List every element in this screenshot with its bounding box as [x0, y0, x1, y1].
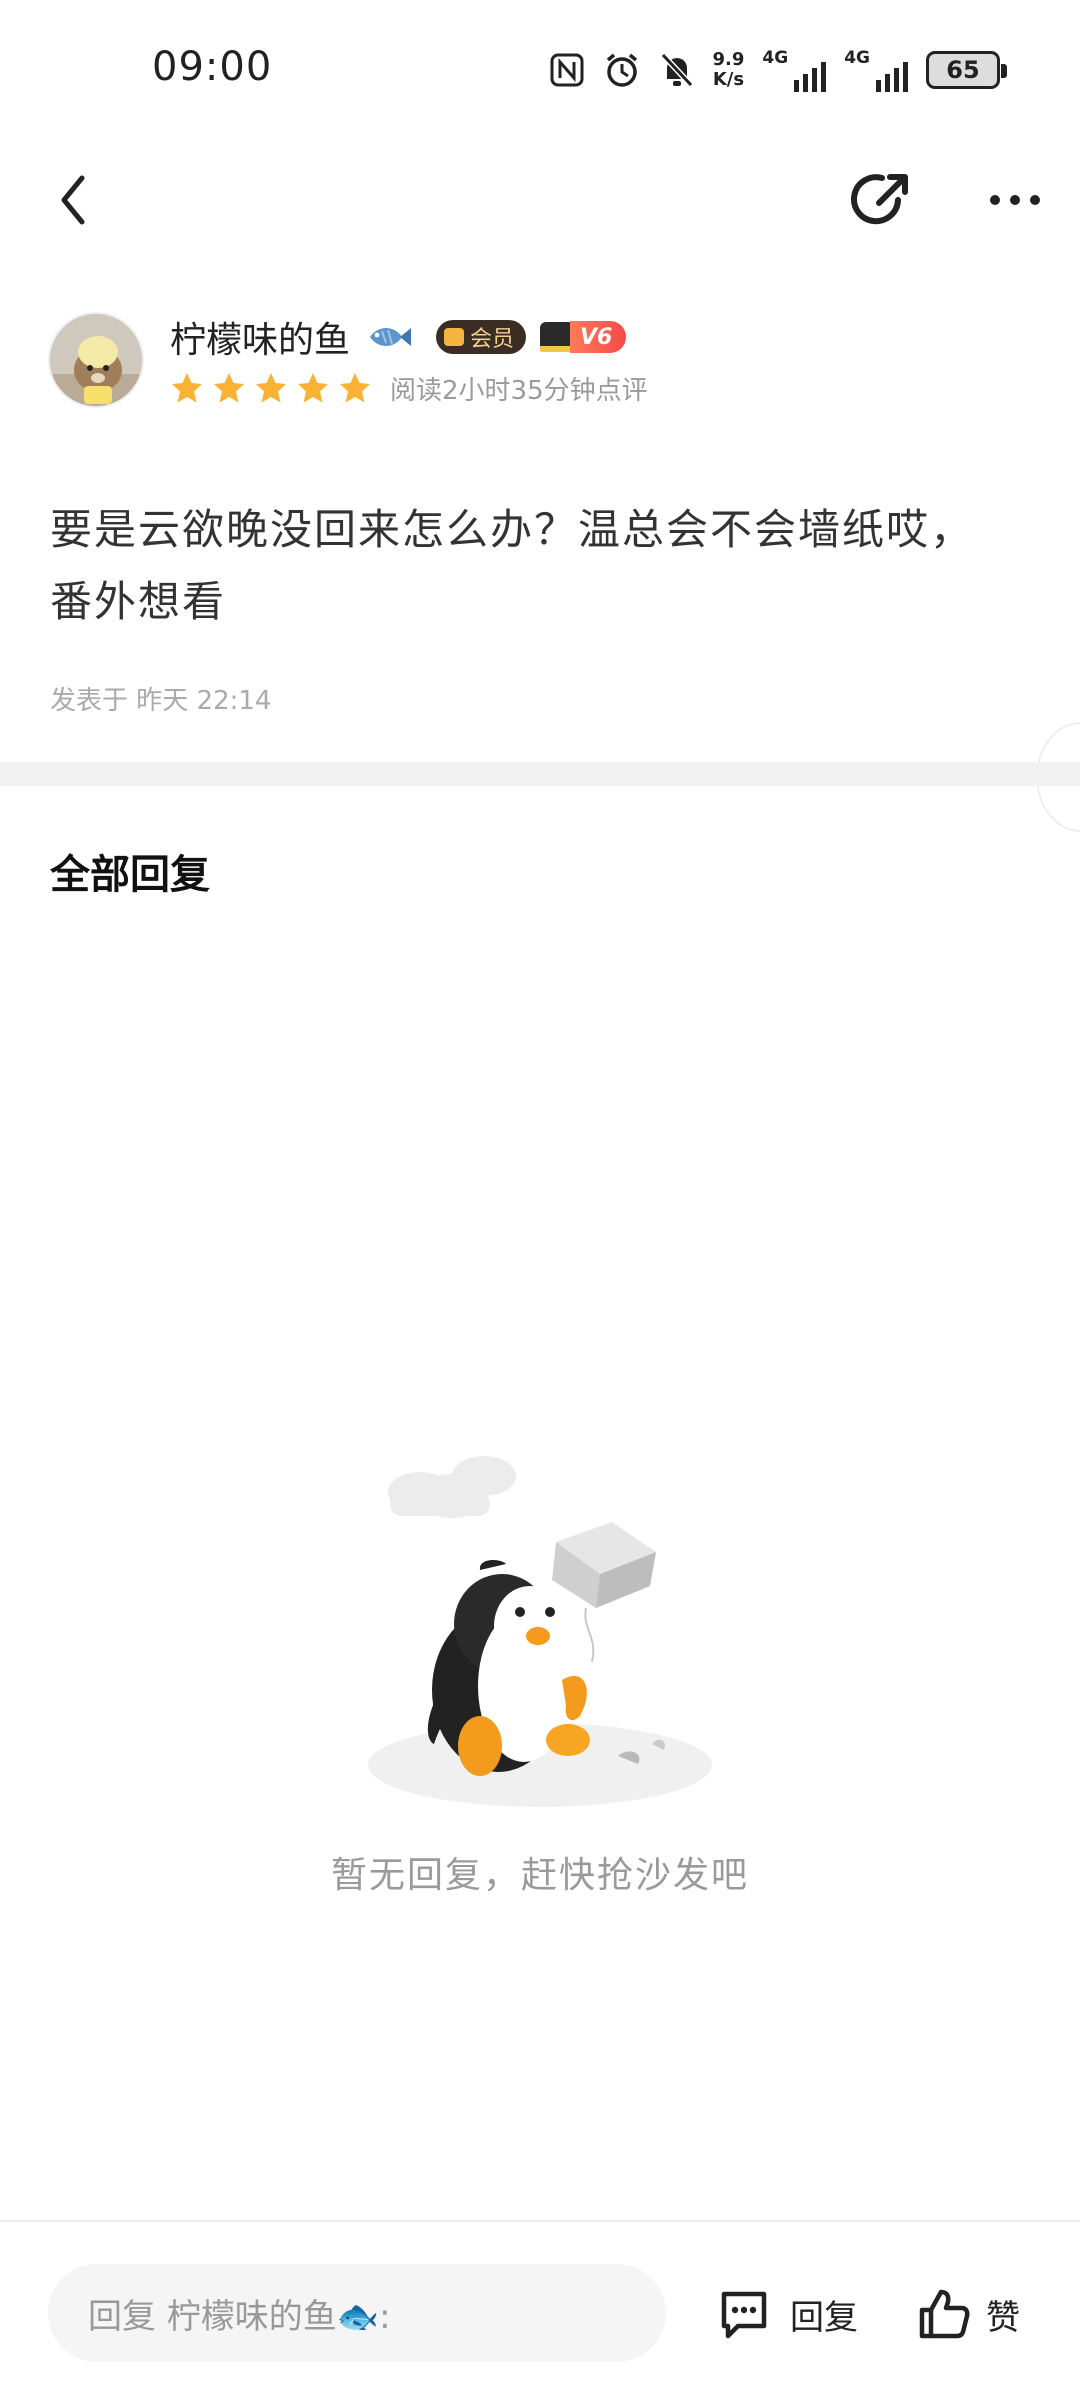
star-icon: [172, 373, 202, 403]
post-content: 要是云欲晚没回来怎么办？温总会不会墙纸哎，番外想看: [50, 505, 975, 626]
author-name[interactable]: 柠檬味的鱼: [170, 311, 350, 363]
author-name-row: 柠檬味的鱼 会员 V6: [170, 311, 627, 363]
status-bar: 09:00 9.9 K/s 4G 4G 65: [0, 0, 1080, 140]
level-hat-icon: [540, 322, 575, 352]
alarm-icon: [603, 48, 641, 92]
star-icon: [298, 373, 328, 403]
star-icon: [256, 373, 286, 403]
comment-icon: [721, 2291, 767, 2339]
rating-row: 阅读2小时35分钟点评: [170, 368, 648, 408]
back-button[interactable]: [44, 170, 104, 230]
vip-badge: 会员: [436, 320, 527, 354]
signal-sim1-icon: 4G: [762, 48, 827, 92]
nfc-icon: [549, 48, 585, 92]
reading-info: 阅读2小时35分钟点评: [390, 375, 648, 406]
penguin-empty-illustration: [368, 1456, 712, 1807]
reply-button-label: 回复: [790, 2297, 858, 2338]
status-time: 09:00: [152, 44, 273, 90]
post-time: 发表于 昨天 22:14: [50, 686, 272, 716]
replies-title: 全部回复: [50, 852, 210, 898]
like-button[interactable]: 赞: [916, 2276, 1020, 2352]
status-icons: 9.9 K/s 4G 4G 65: [549, 46, 1007, 94]
avatar[interactable]: [48, 312, 144, 408]
reply-input[interactable]: 回复 柠檬味的鱼🐟:: [48, 2264, 666, 2362]
bottom-action-bar: 回复 柠檬味的鱼🐟: 回复 赞: [0, 2220, 1080, 2400]
more-button[interactable]: [980, 170, 1050, 230]
thumbs-up-icon: [919, 2289, 970, 2339]
share-icon: [851, 174, 908, 225]
reply-button[interactable]: 回复: [716, 2276, 858, 2352]
mute-icon: [659, 48, 695, 92]
chevron-left-icon: [61, 175, 85, 225]
like-button-label: 赞: [986, 2297, 1020, 2338]
more-dot-icon: [1010, 195, 1020, 205]
star-rating: [170, 371, 372, 405]
network-speed: 9.9 K/s: [712, 49, 745, 90]
section-divider: [0, 762, 1080, 786]
signal-sim2-icon: 4G: [844, 48, 908, 92]
crown-icon: [444, 328, 465, 346]
reply-input-placeholder: 回复 柠檬味的鱼🐟:: [88, 2296, 391, 2337]
more-dot-icon: [1030, 195, 1040, 205]
gift-box-icon: [552, 1522, 656, 1663]
level-badge: V6: [540, 319, 627, 355]
empty-replies-text: 暂无回复，赶快抢沙发吧: [330, 1855, 749, 1896]
star-icon: [340, 373, 370, 403]
nav-bar: [0, 150, 1080, 250]
author-info: 柠檬味的鱼 会员 V6 阅读2小时35分钟点评: [48, 312, 1048, 412]
more-dot-icon: [990, 195, 1000, 205]
star-icon: [214, 373, 244, 403]
battery-icon: 65: [926, 51, 1007, 89]
share-button[interactable]: [846, 166, 916, 236]
fish-icon: [370, 328, 412, 346]
